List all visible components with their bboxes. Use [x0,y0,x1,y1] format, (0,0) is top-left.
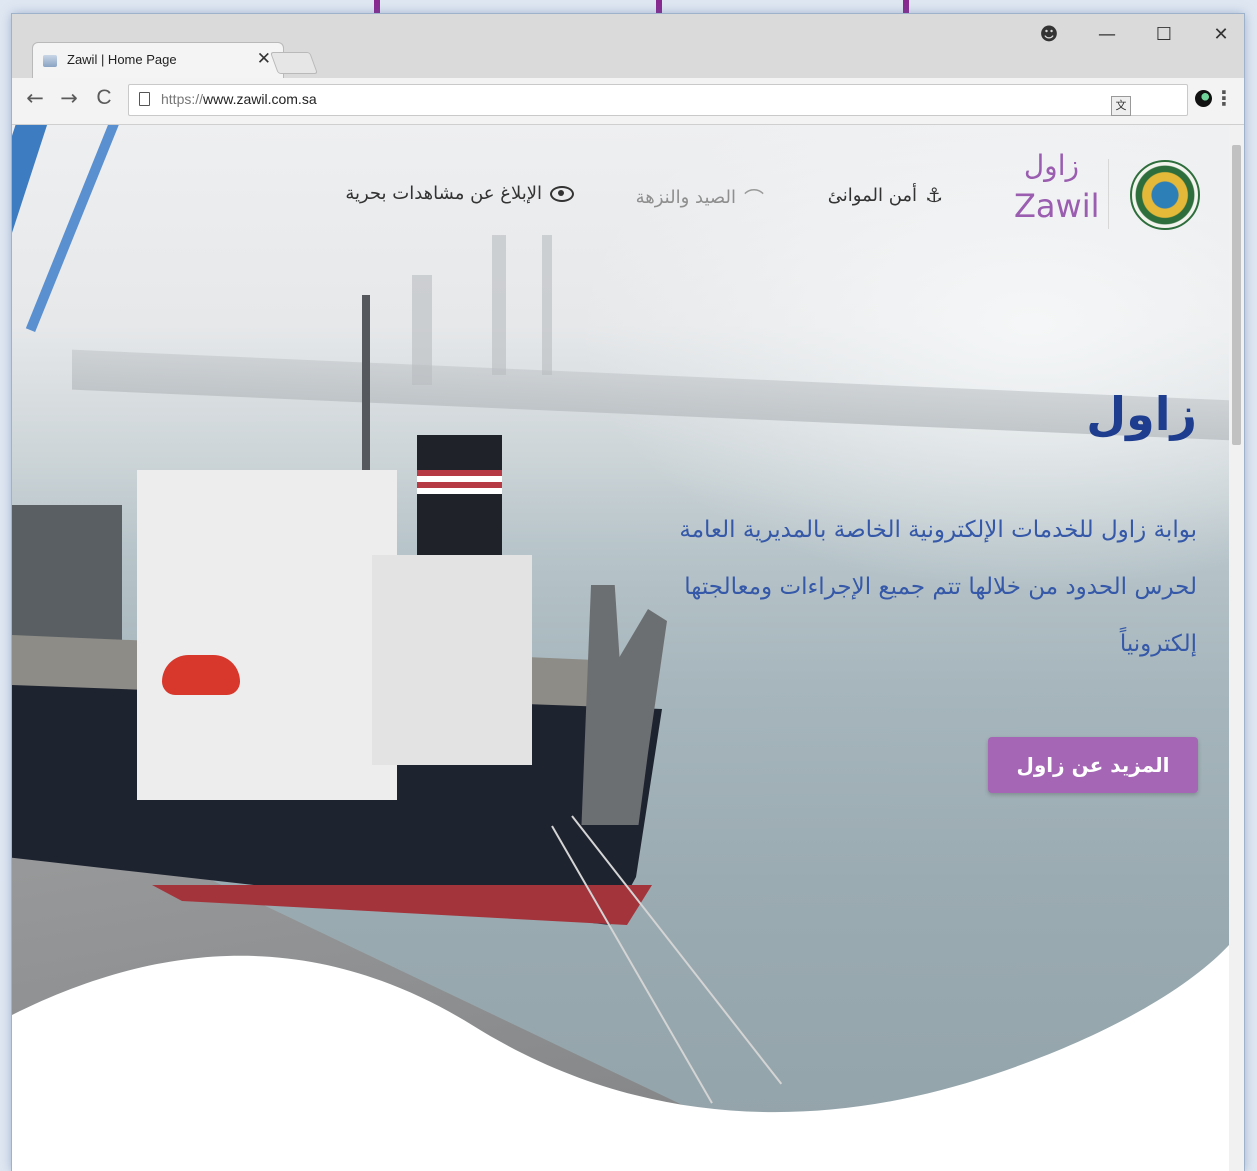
page-viewport: زاول Zawil ⚓ أمن الموانئ ⌒ الصيد والنزهة… [12,125,1229,1171]
oil-rig [492,235,506,375]
close-window-button[interactable]: ✕ [1206,24,1236,45]
logo-text-ar[interactable]: زاول [1024,149,1079,182]
back-button[interactable]: ← [22,86,48,110]
forward-button[interactable]: → [56,86,82,110]
eye-icon [550,185,574,202]
extension-icon[interactable] [1195,90,1212,107]
nav-label: الإبلاغ عن مشاهدات بحرية [345,183,542,204]
nav-port-security[interactable]: ⚓ أمن الموانئ [828,183,943,207]
browser-toolbar: ← → C https://www.zawil.com.sa 文 ⋮ [12,78,1244,125]
anchor-icon: ⚓ [925,183,943,207]
page-icon [139,92,150,106]
favicon-icon [43,55,57,67]
ship-funnel [417,435,502,555]
translate-icon[interactable]: 文 [1111,96,1131,116]
reload-button[interactable]: C [91,86,117,110]
ship-superstructure [137,470,397,800]
oil-rig [412,275,432,385]
hero-title: زاول [1086,387,1197,441]
ship-funnel-stripe [417,470,502,494]
minimize-button[interactable]: — [1092,24,1122,45]
ship-mast [362,295,370,485]
ship-superstructure [372,555,532,765]
browser-window: Zawil | Home Page ✕ ☻ — ☐ ✕ ← → C https:… [12,14,1244,1171]
far-dock [72,349,1229,441]
title-bar: Zawil | Home Page ✕ ☻ — ☐ ✕ [12,14,1244,79]
logo-emblem[interactable] [1130,160,1200,230]
hero-description: بوابة زاول للخدمات الإلكترونية الخاصة با… [679,517,1197,657]
logo-text-en[interactable]: Zawil [1014,187,1099,225]
tab-title: Zawil | Home Page [67,52,177,67]
crane [12,125,51,552]
url-text: https://www.zawil.com.sa [161,91,317,107]
nav-label: الصيد والنزهة [635,187,736,208]
nav-fishing[interactable]: ⌒ الصيد والنزهة [636,183,764,212]
address-bar[interactable]: https://www.zawil.com.sa 文 [128,84,1188,116]
crane [25,125,122,332]
nav-label: أمن الموانئ [827,184,918,206]
maximize-button[interactable]: ☐ [1149,24,1179,45]
new-tab-button[interactable] [269,52,319,74]
logo-divider [1108,159,1109,229]
lifeboat [162,655,240,695]
scroll-thumb[interactable] [1232,145,1241,445]
browser-tab[interactable]: Zawil | Home Page ✕ [32,42,284,79]
wave-divider [12,945,1229,1171]
nav-report-sighting[interactable]: الإبلاغ عن مشاهدات بحرية [345,183,574,204]
menu-icon[interactable]: ⋮ [1214,86,1234,110]
scrollbar[interactable] [1229,125,1244,1171]
close-tab-icon[interactable]: ✕ [257,49,271,69]
more-about-button[interactable]: المزيد عن زاول [988,737,1198,793]
oil-rig [542,235,552,375]
account-icon[interactable]: ☻ [1034,24,1064,45]
fishing-rod-icon: ⌒ [744,187,764,211]
